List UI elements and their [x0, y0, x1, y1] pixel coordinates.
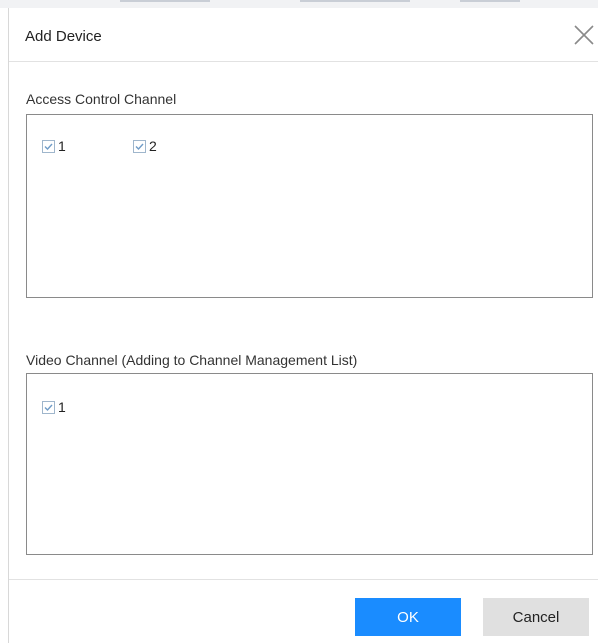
video-channel-1-label: 1	[58, 399, 66, 415]
footer-divider	[9, 579, 598, 580]
background-line	[460, 0, 520, 2]
video-channel-1-checkbox[interactable]: 1	[42, 399, 66, 415]
background-strip	[0, 0, 598, 8]
access-control-channel-box: 1 2	[26, 114, 593, 298]
access-channel-2-label: 2	[149, 138, 157, 154]
video-channel-box: 1	[26, 373, 593, 555]
header-divider	[9, 61, 598, 62]
access-control-channel-label: Access Control Channel	[26, 91, 177, 107]
access-channel-1-checkbox[interactable]: 1	[42, 138, 66, 154]
dialog-title: Add Device	[25, 28, 102, 45]
access-channel-2-checkbox[interactable]: 2	[133, 138, 157, 154]
checkbox-checked-icon	[42, 400, 55, 414]
close-icon[interactable]	[573, 24, 595, 46]
ok-button[interactable]: OK	[355, 598, 461, 636]
video-channel-label: Video Channel (Adding to Channel Managem…	[26, 352, 358, 368]
cancel-button[interactable]: Cancel	[483, 598, 589, 636]
background-line	[300, 0, 410, 2]
access-channel-1-label: 1	[58, 138, 66, 154]
add-device-dialog: Add Device Access Control Channel 1 2 Vi…	[8, 8, 598, 643]
checkbox-checked-icon	[133, 139, 146, 153]
checkbox-checked-icon	[42, 139, 55, 153]
background-line	[120, 0, 210, 2]
